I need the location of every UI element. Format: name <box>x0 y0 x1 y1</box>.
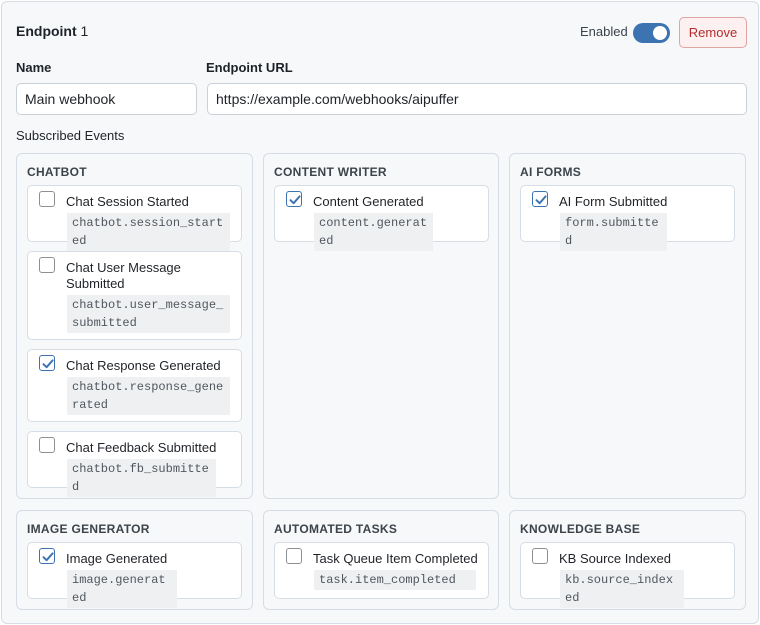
event-item-form-submitted[interactable]: AI Form Submitted form.submitted <box>520 185 735 251</box>
checkbox-checked[interactable] <box>39 548 55 564</box>
endpoint-title: Endpoint 1 <box>16 23 89 39</box>
event-item-image-generated[interactable]: Image Generated image.generated <box>27 542 242 608</box>
checkbox-checked[interactable] <box>532 191 548 207</box>
event-group-title: AI FORMS <box>520 165 582 179</box>
checkbox-checked[interactable] <box>39 355 55 371</box>
event-label: Image Generated <box>66 551 168 566</box>
event-group-title: CHATBOT <box>27 165 87 179</box>
event-code: kb.source_indexed <box>560 570 684 608</box>
event-item-chatbot-fb-submitted[interactable]: Chat Feedback Submitted chatbot.fb_submit… <box>27 431 242 497</box>
event-label: Chat Response Generated <box>66 358 221 373</box>
name-label: Name <box>16 60 52 75</box>
endpoint-url-input[interactable] <box>207 83 747 115</box>
checkbox-unchecked[interactable] <box>286 548 302 564</box>
event-code: image.generated <box>67 570 177 608</box>
checkbox-unchecked[interactable] <box>39 437 55 453</box>
event-group-image-generator: IMAGE GENERATOR Image Generated image.gene… <box>16 510 253 610</box>
checkmark-icon <box>42 552 54 562</box>
event-label: AI Form Submitted <box>559 194 668 209</box>
event-group-content-writer: CONTENT WRITER Content Generated content.g… <box>263 153 499 499</box>
remove-button[interactable]: Remove <box>679 17 747 48</box>
event-code: chatbot.user_message_submitted <box>67 295 230 333</box>
event-item-chatbot-response-generated[interactable]: Chat Response Generated chatbot.response_… <box>27 349 242 422</box>
event-label: Content Generated <box>313 194 424 209</box>
event-label: Chat Session Started <box>66 194 189 209</box>
name-input[interactable] <box>16 83 197 115</box>
event-item-chatbot-user-message-submitted[interactable]: Chat User Message Submitted chatbot.user_… <box>27 251 242 340</box>
subscribed-events-label: Subscribed Events <box>16 128 125 143</box>
event-group-title: IMAGE GENERATOR <box>27 522 150 536</box>
event-label: KB Source Indexed <box>559 551 672 566</box>
checkmark-icon <box>289 195 301 205</box>
event-code: task.item_completed <box>314 570 476 590</box>
checkbox-unchecked[interactable] <box>532 548 548 564</box>
toggle-knob <box>653 26 667 40</box>
event-group-title: AUTOMATED TASKS <box>274 522 398 536</box>
event-item-content-generated[interactable]: Content Generated content.generated <box>274 185 489 251</box>
event-group-chatbot: CHATBOT Chat Session Started chatbot.sessi… <box>16 153 253 499</box>
event-code: form.submitted <box>560 213 667 251</box>
event-item-chatbot-session-started[interactable]: Chat Session Started chatbot.session_star… <box>27 185 242 251</box>
event-group-title: CONTENT WRITER <box>274 165 387 179</box>
event-label: Chat Feedback Submitted <box>66 440 217 455</box>
checkmark-icon <box>535 195 547 205</box>
checkbox-checked[interactable] <box>286 191 302 207</box>
event-group-knowledge-base: KNOWLEDGE BASE KB Source Indexed kb.source… <box>509 510 746 610</box>
event-item-kb-source-indexed[interactable]: KB Source Indexed kb.source_indexed <box>520 542 735 608</box>
checkbox-unchecked[interactable] <box>39 257 55 273</box>
event-group-title: KNOWLEDGE BASE <box>520 522 641 536</box>
event-code: chatbot.response_generated <box>67 377 230 415</box>
event-item-task-item-completed[interactable]: Task Queue Item Completed task.item_compl… <box>274 542 489 599</box>
endpoint-url-label: Endpoint URL <box>206 60 293 75</box>
checkmark-icon <box>42 359 54 369</box>
event-group-automated-tasks: AUTOMATED TASKS Task Queue Item Completed… <box>263 510 499 610</box>
event-code: content.generated <box>314 213 433 251</box>
event-label: Chat User Message Submitted <box>66 260 181 291</box>
checkbox-unchecked[interactable] <box>39 191 55 207</box>
enabled-toggle[interactable] <box>633 23 670 43</box>
event-code: chatbot.fb_submitted <box>67 459 216 497</box>
endpoint-card: Endpoint 1 Enabled Remove Name Endpoint … <box>1 1 759 624</box>
enabled-label: Enabled <box>580 24 628 39</box>
event-label: Task Queue Item Completed <box>313 551 478 566</box>
event-group-ai-forms: AI FORMS AI Form Submitted form.submitted <box>509 153 746 499</box>
event-code: chatbot.session_started <box>67 213 230 251</box>
